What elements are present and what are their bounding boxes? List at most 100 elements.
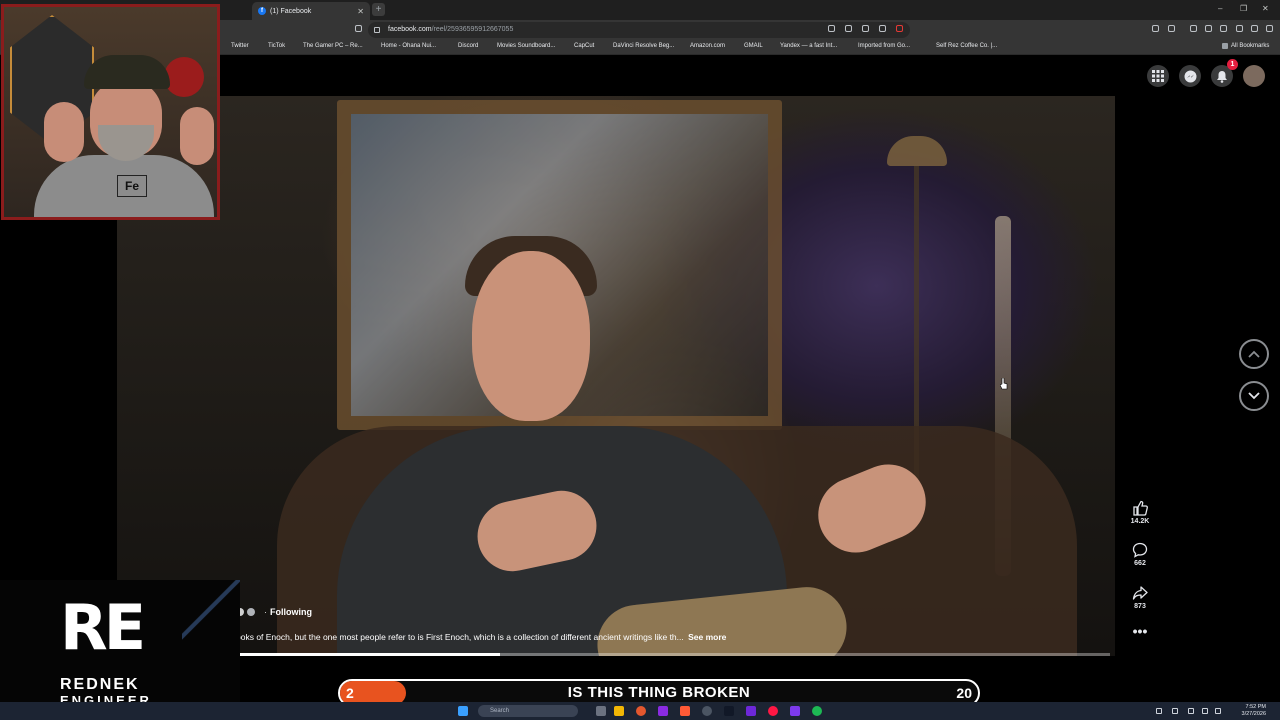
folder-icon [1222,43,1228,49]
more-dots-icon: ••• [1132,623,1148,639]
side-panel-icon[interactable] [1220,25,1227,32]
next-reel-button[interactable] [1239,381,1269,411]
volume-icon[interactable] [1215,708,1221,714]
bookmark-star-icon[interactable] [355,25,362,32]
profile-avatar[interactable] [1243,65,1265,87]
bookmark-folder-imported[interactable]: Imported from Go... [849,43,910,49]
start-menu-icon[interactable] [458,706,468,716]
thumbs-up-icon [1133,500,1148,516]
tray-overflow-icon[interactable] [1156,708,1162,714]
spotify-icon[interactable] [812,706,822,716]
bookmark-self-rez[interactable]: Self Rez Coffee Co. |... [927,43,997,49]
bookmark-label: Self Rez Coffee Co. |... [936,43,998,49]
channel-brand-overlay: RE REDNEK ENGINEER [0,580,240,720]
tab-label: (1) Facebook [270,7,312,15]
share-button[interactable]: 873 [1124,585,1156,610]
taskbar-search[interactable]: Search [478,705,578,717]
capcut-icon [565,43,571,49]
bookmark-label: DaVinci Resolve Beg... [613,43,675,49]
bookmark-davinci[interactable]: DaVinci Resolve Beg... [604,43,674,49]
shield-icon[interactable] [1251,25,1258,32]
cast-icon[interactable] [828,25,835,32]
file-explorer-icon[interactable] [614,706,624,716]
alert-extension-icon[interactable] [896,25,903,32]
close-tab-icon[interactable]: ✕ [357,7,364,16]
amazon-icon [681,43,687,49]
youtube-icon [604,43,610,49]
chrome-icon[interactable] [636,706,646,716]
new-tab-button[interactable]: + [372,3,385,16]
yandex-icon [771,43,777,49]
lamp-shade [887,136,947,166]
bookmark-tictok[interactable]: TicTok [259,43,285,49]
gmail-icon [735,43,741,49]
wall-sign [164,57,204,97]
bookmark-yandex[interactable]: Yandex — a fast Int... [771,43,837,49]
hand-cursor-icon [1000,378,1008,390]
previous-reel-button[interactable] [1239,339,1269,369]
bookmark-movies-soundboard[interactable]: Movies Soundboard... [488,43,555,49]
extensions-icon[interactable] [1152,25,1159,32]
network-icon[interactable] [1172,708,1178,714]
bookmark-label: GMAIL [744,43,763,49]
reading-list-icon[interactable] [1205,25,1212,32]
browser-menu-icon[interactable] [1266,25,1273,32]
app-icon-1[interactable] [658,706,668,716]
app-icon-6[interactable] [768,706,778,716]
like-count: 14.2K [1130,518,1150,525]
downloads-icon[interactable] [1236,25,1243,32]
bookmark-discord[interactable]: Discord [449,43,478,49]
bookmark-twitter[interactable]: Twitter [222,43,249,49]
like-button[interactable]: 14.2K [1124,500,1156,525]
bookmark-label: Imported from Go... [858,43,911,49]
zoom-icon[interactable] [845,25,852,32]
bookmark-ohana-nui[interactable]: Home - Ohana Nui... [372,43,436,49]
brand-logo-mark: RE [60,591,146,664]
bookmark-gmail[interactable]: GMAIL [735,43,763,49]
screen: f (1) Facebook ✕ + – ❐ ✕ facebook.com/re… [0,0,1280,720]
more-options-button[interactable]: ••• [1124,624,1156,638]
video-progress-bar[interactable] [239,653,1110,656]
globe-icon [247,608,255,616]
following-status[interactable]: Following [270,607,312,617]
tab-facebook[interactable]: f (1) Facebook ✕ [252,2,370,20]
facebook-favicon-icon: f [258,7,266,15]
bookmark-amazon[interactable]: Amazon.com [681,43,725,49]
close-window-button[interactable]: ✕ [1262,4,1269,13]
app-icon-3[interactable] [702,706,712,716]
grid-glyph [1152,70,1164,82]
streamer-right-hand [180,107,214,165]
separator-dot: · [264,607,267,617]
microphone-icon[interactable] [1188,708,1194,714]
profile-sync-icon[interactable] [1168,25,1175,32]
see-more-link[interactable]: See more [688,632,726,642]
bookmark-capcut[interactable]: CapCut [565,43,594,49]
messenger-icon[interactable] [1179,65,1201,87]
share-icon[interactable] [862,25,869,32]
discord-icon [449,43,455,49]
reel-video[interactable] [117,96,1115,656]
maximize-button[interactable]: ❐ [1240,4,1247,13]
windows-taskbar: Search 7:52 PM 3/27/2026 [0,702,1280,720]
app-icon-5[interactable] [746,706,756,716]
all-bookmarks-folder[interactable]: All Bookmarks [1222,43,1269,49]
display-icon[interactable] [1202,708,1208,714]
reel-author[interactable]: · Following [236,607,312,617]
app-icon-7[interactable] [790,706,800,716]
coffee-icon [927,43,933,49]
webcam-overlay: Fe [1,4,220,220]
site-info-icon[interactable] [374,27,380,33]
system-clock[interactable]: 7:52 PM 3/27/2026 [1242,704,1266,718]
bookmark-label: TicTok [268,43,286,49]
media-control-icon[interactable] [1190,25,1197,32]
app-icon-4[interactable] [724,706,734,716]
bookmark-gamer-pc[interactable]: The Gamer PC – Re... [294,43,363,49]
comment-button[interactable]: 662 [1124,542,1156,567]
task-view-icon[interactable] [596,706,606,716]
password-key-icon[interactable] [879,25,886,32]
minimize-button[interactable]: – [1218,4,1222,13]
bookmark-label: Discord [458,43,479,49]
app-icon-2[interactable] [680,706,690,716]
comment-count: 662 [1134,560,1146,567]
menu-grid-icon[interactable] [1147,65,1169,87]
